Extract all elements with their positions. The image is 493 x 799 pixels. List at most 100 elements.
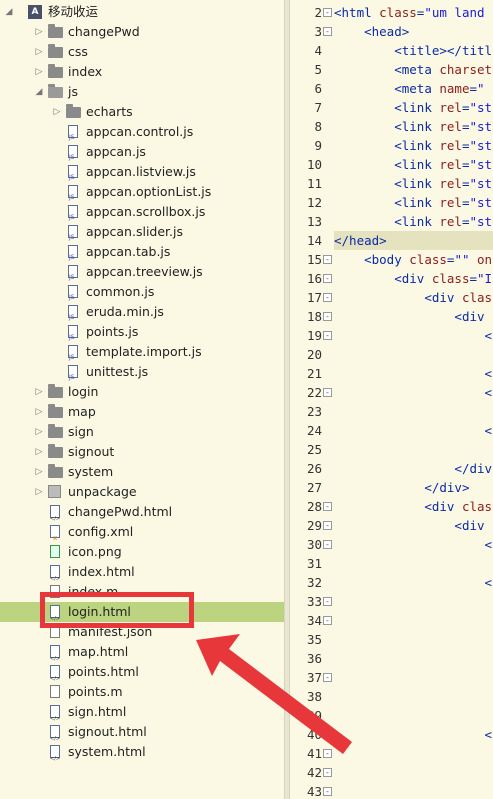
- code-line[interactable]: <: [334, 535, 493, 554]
- tree-item-label: system.html: [68, 744, 146, 759]
- fold-toggle-icon[interactable]: -: [323, 274, 332, 283]
- code-token: <title></titl: [394, 43, 493, 58]
- code-line[interactable]: <meta name=": [334, 79, 484, 98]
- code-line[interactable]: <link rel="st: [334, 98, 492, 117]
- fold-toggle-icon[interactable]: -: [323, 388, 332, 397]
- line-number: 7: [314, 100, 322, 115]
- collapsed-arrow-icon[interactable]: ▷: [52, 102, 62, 122]
- code-line[interactable]: <link rel="st: [334, 212, 492, 231]
- tree-item[interactable]: points.html: [0, 662, 284, 689]
- tree-item[interactable]: index.html: [0, 562, 284, 589]
- code-token: <div: [424, 499, 462, 514]
- code-line[interactable]: <meta charset: [334, 60, 492, 79]
- collapsed-arrow-icon[interactable]: ▷: [34, 62, 44, 82]
- code-line[interactable]: <div clas: [334, 497, 492, 516]
- code-line[interactable]: </div: [334, 459, 492, 478]
- fold-toggle-icon[interactable]: -: [323, 255, 332, 264]
- fold-toggle-icon[interactable]: -: [323, 597, 332, 606]
- code-line[interactable]: <: [334, 421, 493, 440]
- tree-item[interactable]: ▷ echarts: [0, 102, 284, 122]
- tree-item[interactable]: appcan.slider.js: [0, 222, 284, 248]
- tree-item-label: config.xml: [68, 524, 134, 539]
- tree-item[interactable]: ▷ signout: [0, 442, 284, 462]
- collapsed-arrow-icon[interactable]: ▷: [34, 42, 44, 62]
- code-line[interactable]: <head>: [334, 22, 409, 41]
- collapsed-arrow-icon[interactable]: ▷: [34, 382, 44, 402]
- code-line[interactable]: <div: [334, 516, 484, 535]
- fold-toggle-icon[interactable]: -: [323, 749, 332, 758]
- tree-item[interactable]: system.html: [0, 742, 284, 769]
- code-line[interactable]: <: [334, 364, 493, 383]
- collapsed-arrow-icon[interactable]: ▷: [34, 22, 44, 42]
- tree-item[interactable]: template.import.js: [0, 342, 284, 368]
- code-editor[interactable]: 2- <html class="um land 3- <head> 4 <title>…: [290, 0, 493, 799]
- tree-item[interactable]: ▷ unpackage: [0, 482, 284, 502]
- line-number: 36: [306, 651, 322, 666]
- fold-toggle-icon[interactable]: -: [323, 768, 332, 777]
- tree-item[interactable]: changePwd.html: [0, 502, 284, 529]
- tree-item[interactable]: ▷ css: [0, 42, 284, 62]
- fold-toggle-icon[interactable]: -: [323, 502, 332, 511]
- fold-toggle-icon[interactable]: -: [323, 293, 332, 302]
- collapsed-arrow-icon[interactable]: ▷: [34, 422, 44, 442]
- tree-item[interactable]: ▷ login: [0, 382, 284, 402]
- code-line[interactable]: <link rel="st: [334, 117, 492, 136]
- code-line[interactable]: </head>: [334, 231, 387, 250]
- collapsed-arrow-icon[interactable]: ▷: [34, 442, 44, 462]
- tree-item[interactable]: points.js: [0, 322, 284, 348]
- code-line[interactable]: <html class="um land: [334, 3, 485, 22]
- fold-toggle-icon[interactable]: -: [323, 8, 332, 17]
- tree-item[interactable]: unittest.js: [0, 362, 284, 388]
- code-line[interactable]: <link rel="st: [334, 136, 492, 155]
- code-line[interactable]: <link rel="st: [334, 155, 492, 174]
- tree-item[interactable]: points.m: [0, 682, 284, 702]
- tree-item[interactable]: appcan.control.js: [0, 122, 284, 148]
- code-line[interactable]: <link rel="st: [334, 193, 492, 212]
- fold-toggle-icon[interactable]: -: [323, 312, 332, 321]
- tree-item[interactable]: ▷ index: [0, 62, 284, 82]
- collapsed-arrow-icon[interactable]: ▷: [34, 482, 44, 502]
- code-line[interactable]: <: [334, 383, 493, 402]
- tree-item[interactable]: common.js: [0, 282, 284, 308]
- tree-item[interactable]: sign.html: [0, 702, 284, 729]
- fold-toggle-icon[interactable]: -: [323, 673, 332, 682]
- expanded-arrow-icon[interactable]: ◢: [34, 82, 44, 102]
- tree-root[interactable]: ◢ A 移动收运: [0, 2, 284, 22]
- tree-item[interactable]: signout.html: [0, 722, 284, 749]
- fold-toggle-icon[interactable]: -: [323, 27, 332, 36]
- code-line[interactable]: <div: [334, 307, 484, 326]
- tree-item[interactable]: appcan.listview.js: [0, 162, 284, 188]
- tree-item[interactable]: ▷ map: [0, 402, 284, 422]
- tree-item[interactable]: appcan.js: [0, 142, 284, 168]
- tree-item[interactable]: ◢ js: [0, 82, 284, 102]
- code-line[interactable]: </div>: [334, 478, 469, 497]
- code-line[interactable]: <: [334, 725, 493, 744]
- fold-toggle-icon[interactable]: -: [323, 787, 332, 796]
- fold-toggle-icon[interactable]: -: [323, 331, 332, 340]
- code-line[interactable]: <: [334, 326, 493, 345]
- fold-toggle-icon[interactable]: -: [323, 540, 332, 549]
- tree-item[interactable]: appcan.treeview.js: [0, 262, 284, 288]
- tree-item[interactable]: appcan.scrollbox.js: [0, 202, 284, 228]
- tree-item[interactable]: icon.png: [0, 542, 284, 562]
- tree-item[interactable]: appcan.tab.js: [0, 242, 284, 268]
- code-line[interactable]: <: [334, 573, 493, 592]
- tree-item[interactable]: appcan.optionList.js: [0, 182, 284, 208]
- code-line[interactable]: <title></titl: [334, 41, 492, 60]
- fold-toggle-icon[interactable]: -: [323, 521, 332, 530]
- collapse-arrow-icon[interactable]: ◢: [4, 2, 14, 22]
- code-line[interactable]: <link rel="st: [334, 174, 492, 193]
- tree-item[interactable]: map.html: [0, 642, 284, 669]
- tree-item[interactable]: ▷ system: [0, 462, 284, 482]
- tree-item[interactable]: ▷ sign: [0, 422, 284, 442]
- tree-item-label: points.m: [68, 684, 123, 699]
- collapsed-arrow-icon[interactable]: ▷: [34, 402, 44, 422]
- code-line[interactable]: <div clas: [334, 288, 492, 307]
- tree-item[interactable]: config.xml: [0, 522, 284, 548]
- collapsed-arrow-icon[interactable]: ▷: [34, 462, 44, 482]
- fold-toggle-icon[interactable]: -: [323, 616, 332, 625]
- code-line[interactable]: <body class="" on: [334, 250, 492, 269]
- tree-item[interactable]: ▷ changePwd: [0, 22, 284, 42]
- tree-item[interactable]: eruda.min.js: [0, 302, 284, 328]
- code-line[interactable]: <div class="I: [334, 269, 492, 288]
